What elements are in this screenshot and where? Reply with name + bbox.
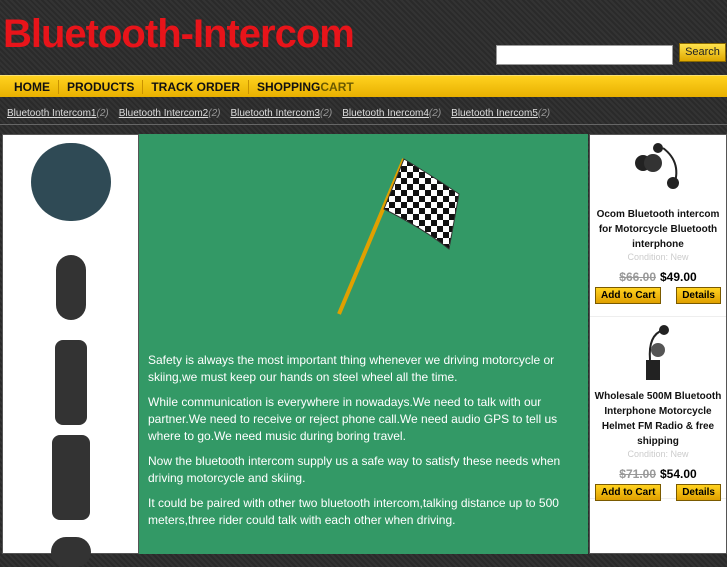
category-link[interactable]: Bluetooth Intercom2 — [119, 108, 209, 119]
product-title[interactable]: Wholesale 500M Bluetooth Interphone Moto… — [593, 389, 723, 449]
category-count: (2) — [537, 108, 551, 119]
add-to-cart-button[interactable]: Add to Cart — [595, 287, 662, 304]
headset-icon — [646, 325, 669, 380]
headset-icon — [635, 143, 679, 189]
product-card: Ocom Bluetooth intercom for Motorcycle B… — [590, 135, 726, 317]
intercom-image-4[interactable] — [51, 435, 90, 520]
intercom-image-2[interactable] — [55, 255, 86, 320]
intro-paragraph: Safety is always the most important thin… — [148, 353, 555, 384]
intro-paragraph: It could be paired with other two blueto… — [148, 496, 559, 527]
product-condition: Condition: New — [627, 449, 689, 459]
add-to-cart-button[interactable]: Add to Cart — [595, 484, 662, 501]
nav-cart-label: CART — [320, 79, 354, 94]
category-link[interactable]: Bluetooth Intercom3 — [230, 108, 320, 119]
nav-track-order[interactable]: TRACK ORDER — [143, 79, 250, 94]
category-count: (2) — [319, 108, 333, 119]
intercom-image-1[interactable] — [30, 143, 111, 221]
nav-shopping-cart[interactable]: SHOPPINGCART — [249, 80, 362, 94]
product-image[interactable] — [593, 139, 723, 207]
product-condition: Condition: New — [627, 252, 689, 262]
checkered-flag-icon — [337, 158, 460, 315]
nav-home[interactable]: HOME — [6, 79, 59, 94]
category-count: (2) — [428, 108, 442, 119]
category-link[interactable]: Bluetooth Inercom4 — [342, 108, 429, 119]
category-bar: Bluetooth Intercom1(2) Bluetooth Interco… — [0, 103, 727, 125]
product-card: Wholesale 500M Bluetooth Interphone Moto… — [590, 317, 726, 501]
main-content: Safety is always the most important thin… — [139, 134, 588, 554]
nav-products[interactable]: PRODUCTS — [59, 79, 144, 94]
intercom-image-5[interactable] — [50, 537, 91, 567]
category-link[interactable]: Bluetooth Intercom1 — [7, 108, 97, 119]
intro-paragraph: Now the bluetooth intercom supply us a s… — [148, 454, 561, 485]
category-link[interactable]: Bluetooth Inercom5 — [451, 108, 538, 119]
nav-shopping-label: SHOPPING — [257, 79, 321, 94]
price: $54.00 — [660, 467, 697, 481]
product-image[interactable] — [593, 321, 723, 389]
product-image-column — [2, 134, 139, 567]
old-price: $66.00 — [619, 270, 656, 284]
old-price: $71.00 — [619, 467, 656, 481]
search-input[interactable] — [496, 45, 673, 65]
search-button[interactable]: Search — [679, 43, 726, 62]
product-title[interactable]: Ocom Bluetooth intercom for Motorcycle B… — [593, 207, 723, 252]
site-logo[interactable]: Bluetooth-Intercom — [3, 12, 355, 57]
intercom-image-3[interactable] — [54, 340, 87, 425]
category-count: (2) — [208, 108, 221, 119]
price: $49.00 — [660, 270, 697, 284]
category-count: (2) — [96, 108, 109, 119]
details-button[interactable]: Details — [676, 287, 721, 304]
main-nav: HOME PRODUCTS TRACK ORDER SHOPPINGCART — [0, 75, 727, 97]
intro-paragraph: While communication is everywhere in now… — [148, 395, 558, 443]
featured-products: Ocom Bluetooth intercom for Motorcycle B… — [589, 134, 727, 554]
details-button[interactable]: Details — [676, 484, 721, 501]
